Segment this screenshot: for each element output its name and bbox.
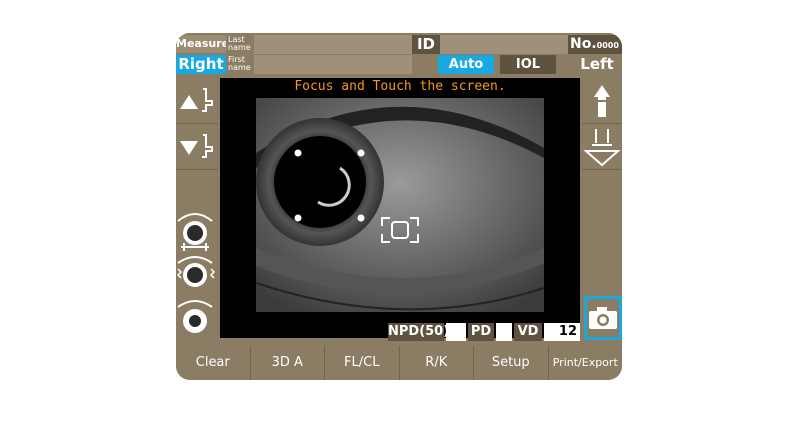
- pd-value: [496, 323, 512, 341]
- number-value: 0000: [596, 41, 619, 50]
- capture-button[interactable]: [584, 296, 622, 340]
- 3d-a-button[interactable]: 3D A: [250, 346, 325, 380]
- id-field[interactable]: [440, 35, 568, 54]
- vd-label: VD: [514, 323, 542, 341]
- print-export-button[interactable]: Print/Export: [548, 346, 622, 380]
- r-k-button[interactable]: R/K: [399, 346, 474, 380]
- measure-label: Measure: [176, 35, 226, 53]
- right-eye-button[interactable]: Right: [176, 55, 226, 74]
- camera-view[interactable]: Focus and Touch the screen.: [220, 78, 580, 338]
- npd-label: NPD(50): [388, 323, 450, 341]
- setup-button[interactable]: Setup: [474, 346, 549, 380]
- move-back-button[interactable]: [582, 125, 622, 170]
- eye-fixation-button[interactable]: [176, 209, 218, 254]
- eye-small-pupil-icon: [177, 300, 213, 333]
- move-forward-icon: [594, 85, 610, 117]
- eye-blink-button[interactable]: [176, 253, 218, 298]
- header-bar: Measure Right Last name First name ID No…: [176, 33, 622, 78]
- move-forward-button[interactable]: [582, 79, 622, 124]
- eye-small-pupil-button[interactable]: [176, 297, 218, 341]
- device-frame: Measure Right Last name First name ID No…: [176, 33, 622, 380]
- move-back-icon: [583, 129, 621, 167]
- camera-icon: [589, 307, 617, 329]
- npd-value: [446, 323, 466, 341]
- instruction-message: Focus and Touch the screen.: [294, 79, 506, 94]
- chinrest-up-button[interactable]: [176, 79, 218, 124]
- chinrest-up-icon: [180, 88, 213, 112]
- chinrest-down-icon: [180, 134, 213, 158]
- first-name-field[interactable]: [254, 55, 412, 74]
- number-label: No.0000: [568, 35, 622, 54]
- vd-value: 12: [544, 323, 580, 341]
- fl-cl-button[interactable]: FL/CL: [325, 346, 400, 380]
- eye-image: [256, 98, 544, 312]
- number-label-text: No.: [570, 36, 597, 52]
- bottom-toolbar: Clear 3D A FL/CL R/K Setup Print/Export: [176, 346, 622, 380]
- last-name-label: Last name: [228, 35, 254, 54]
- iol-button[interactable]: IOL: [500, 55, 556, 74]
- first-name-label: First name: [228, 55, 254, 74]
- eye-blink-icon: [176, 256, 216, 287]
- id-label: ID: [412, 35, 440, 54]
- eye-fixation-icon: [177, 213, 213, 251]
- left-eye-button[interactable]: Left: [572, 55, 622, 74]
- pd-label: PD: [468, 323, 494, 341]
- auto-button[interactable]: Auto: [438, 55, 494, 74]
- last-name-field[interactable]: [254, 35, 412, 54]
- chinrest-down-button[interactable]: [176, 125, 218, 170]
- clear-button[interactable]: Clear: [176, 346, 251, 380]
